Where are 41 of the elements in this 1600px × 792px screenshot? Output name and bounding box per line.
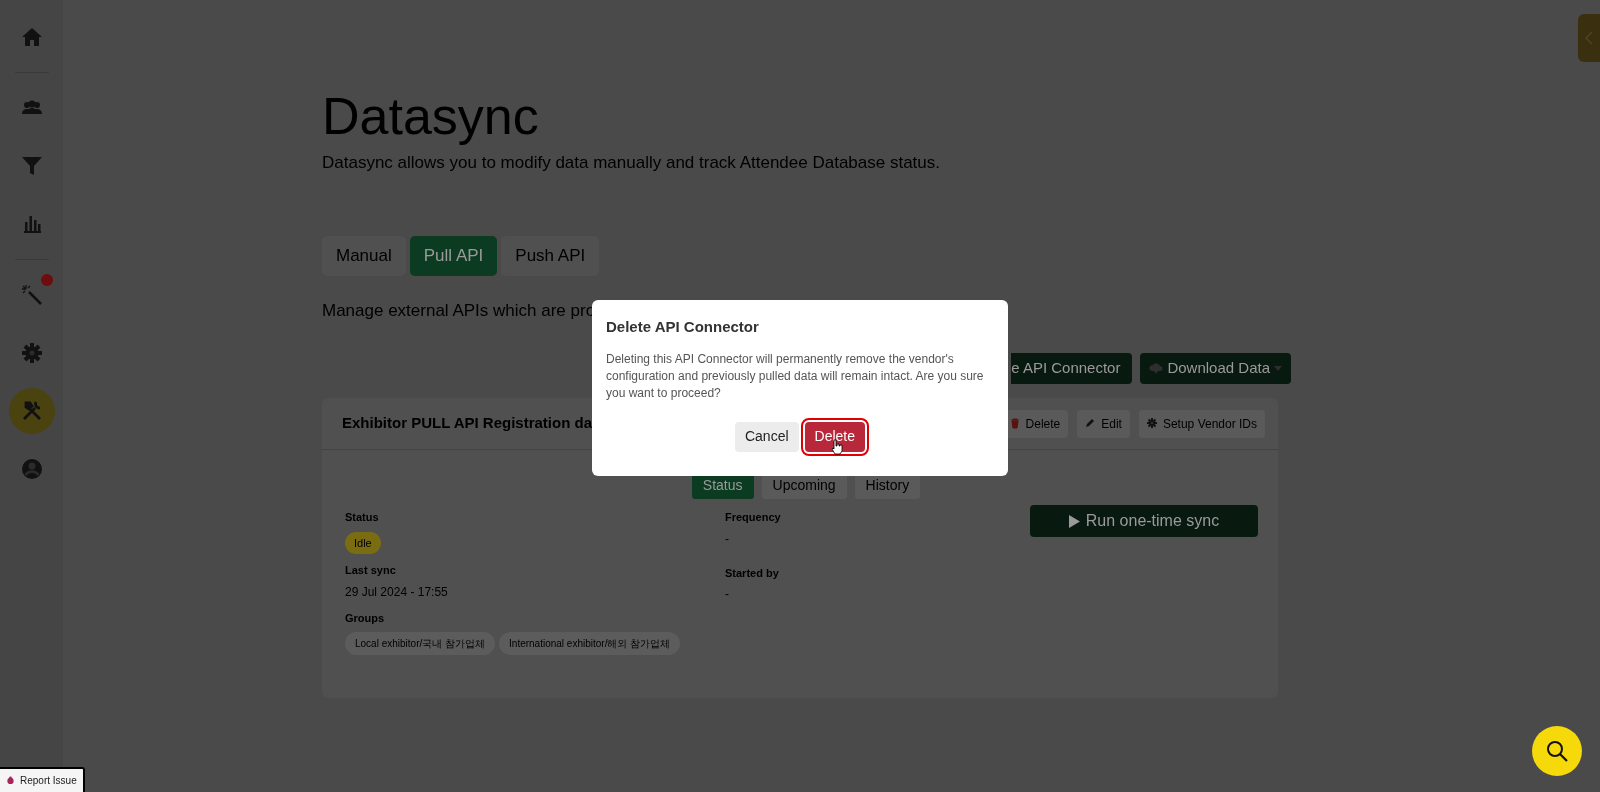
tab[interactable]: Manual [322,235,406,276]
group-tag: International exhibitor/해외 참가업체 [499,632,681,655]
caret-icon [1274,366,1282,371]
field-label: Groups [345,610,386,626]
create-connector-button[interactable]: e API Connector [1011,353,1133,384]
play-icon [1068,514,1080,528]
field-value: 29 Jul 2024 - 17:55 [345,583,449,601]
filter-icon [20,155,43,177]
settings-icon [20,342,43,364]
field-value: - [725,530,730,548]
field-label: Last sync [345,563,397,578]
cloud-download-icon [1149,362,1164,375]
report-issue-button[interactable]: Report Issue [0,767,85,792]
dialog-title: Delete API Connector [606,317,760,337]
sidebar-item[interactable] [8,388,55,434]
cancel-button[interactable]: Cancel [734,421,799,452]
settings-icon [1146,418,1157,429]
field-label: Started by [725,565,780,581]
page-subtitle: Datasync allows you to modify data manually and track Attendee Database status. [322,152,941,174]
download-data-button[interactable]: Download Data [1140,353,1291,384]
search-button[interactable] [1532,726,1582,776]
account-icon [20,458,43,480]
magic-wand-icon [20,284,43,306]
connector-title: Exhibitor PULL API Registration da [342,413,593,434]
tab[interactable]: Push API [501,235,600,276]
edit-button[interactable]: Edit [1077,409,1130,438]
field-label: Status [345,510,380,525]
run-sync-button[interactable]: Run one-time sync [1030,505,1258,537]
tab[interactable]: Pull API [409,235,498,276]
dialog-message: Deleting this API Connector will permanently remove the vendor's configuration and previously pulled data will remain intact. Are you sure you want to proceed? [606,350,985,402]
pencil-icon [1085,418,1096,429]
home-icon [20,26,43,48]
status-badge: Idle [345,531,381,554]
field-value: - [725,586,730,603]
trash-icon [1009,418,1020,429]
setup-button[interactable]: Setup Vendor IDs [1138,409,1265,438]
panel-toggle-tab[interactable] [1578,14,1600,62]
page-title: Datasync [322,86,540,147]
field-label: Frequency [725,510,782,525]
group-tag: Local exhibitor/국내 참가업체 [345,632,496,655]
search-icon [1546,740,1568,762]
